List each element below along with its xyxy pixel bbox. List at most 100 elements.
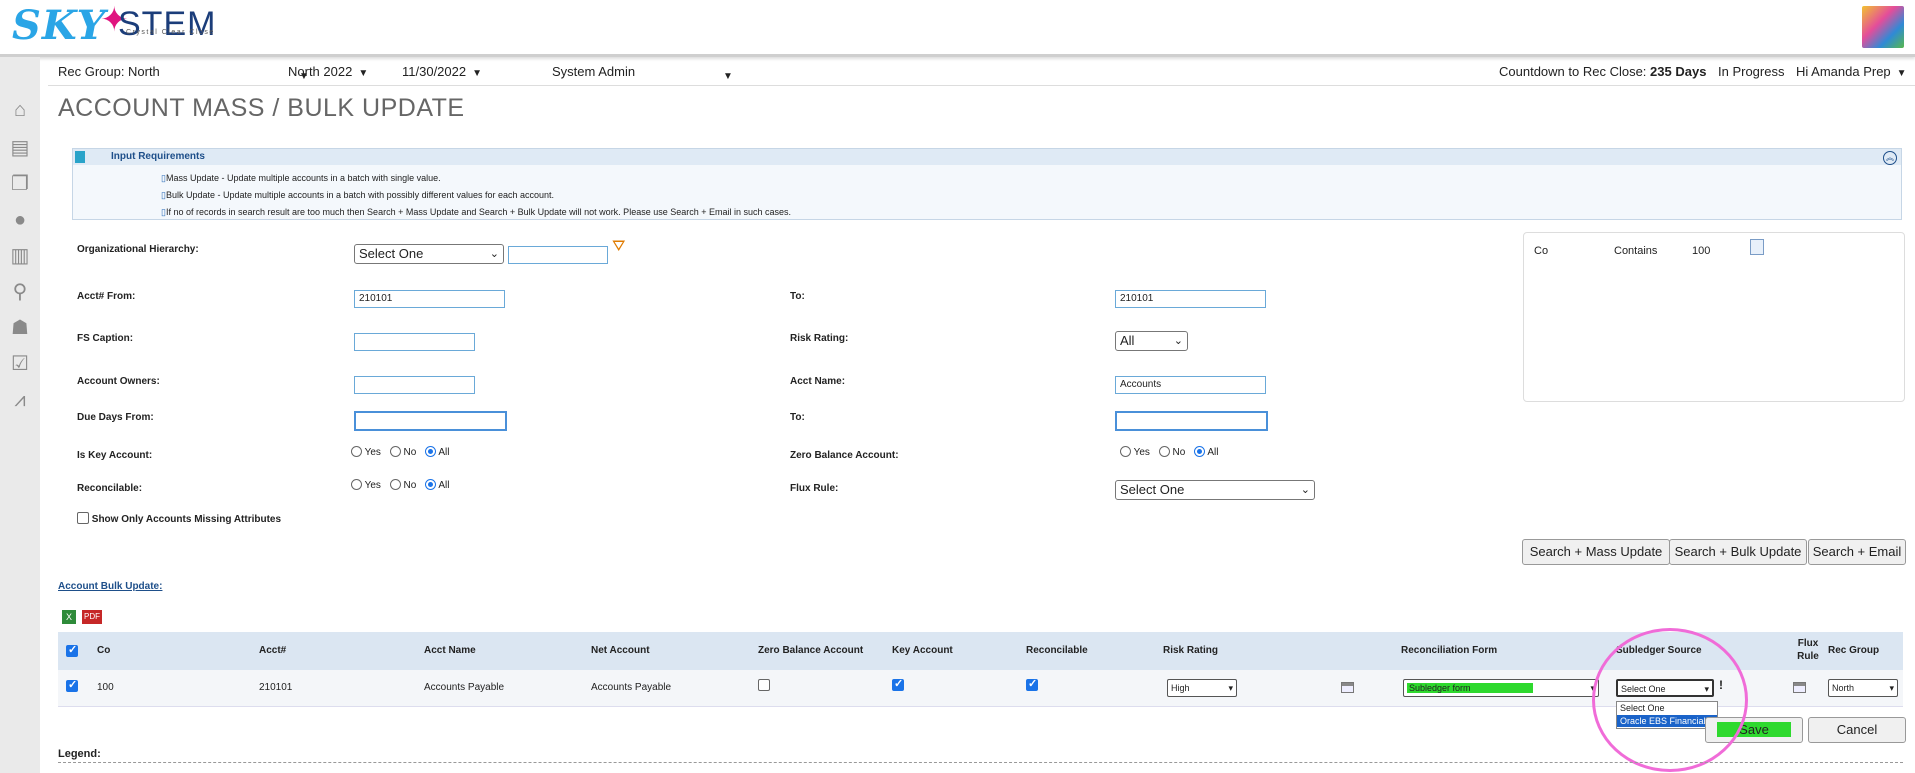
fs-caption-input[interactable] <box>354 333 475 351</box>
account-owners-label: Account Owners: <box>77 376 160 387</box>
radio-all[interactable] <box>1194 446 1206 457</box>
search-icon[interactable]: ⚲ <box>8 281 32 303</box>
radio-all[interactable] <box>425 479 437 490</box>
page-title: ACCOUNT MASS / BULK UPDATE <box>58 94 465 122</box>
org-hierarchy-input[interactable] <box>508 246 608 264</box>
reconcilable-radios: Yes No All <box>351 479 449 491</box>
risk-rating-row-select[interactable]: High ▾ <box>1167 679 1237 697</box>
user-icon[interactable]: ● <box>8 209 32 231</box>
rec-group-label: Rec Group: <box>58 64 125 79</box>
org-hierarchy-label: Organizational Hierarchy: <box>77 244 199 255</box>
date-select[interactable]: 11/30/2022 ▼ <box>402 64 482 79</box>
zero-balance-checkbox[interactable] <box>758 679 770 691</box>
legend-divider <box>58 762 1903 763</box>
column-header[interactable]: Reconcilable <box>1026 645 1088 656</box>
risk-rating-select[interactable]: All ⌄ <box>1115 331 1188 351</box>
dashboard-icon[interactable]: ▤ <box>8 137 32 159</box>
avatar[interactable] <box>1862 6 1904 48</box>
column-header[interactable]: Key Account <box>892 645 953 656</box>
due-days-to-input[interactable] <box>1115 411 1268 431</box>
missing-attributes-checkbox[interactable] <box>77 512 89 524</box>
reconciliation-form-select[interactable]: Subledger form ▾ <box>1403 679 1599 697</box>
column-header[interactable]: Acct# <box>259 645 286 656</box>
search-bulk-update-button[interactable]: Search + Bulk Update <box>1669 539 1807 565</box>
reconcilable-checkbox[interactable] <box>1026 677 1038 691</box>
radio-no[interactable] <box>389 446 401 457</box>
radio-yes[interactable] <box>1120 446 1131 457</box>
user-menu[interactable]: Hi Amanda Prep ▼ <box>1796 64 1907 79</box>
select-all-checkbox[interactable] <box>66 643 78 657</box>
collapse-icon[interactable]: ︽ <box>1883 151 1897 165</box>
column-header[interactable]: Reconciliation Form <box>1401 645 1497 656</box>
role-select[interactable]: System Admin ▼ <box>552 64 733 82</box>
search-mass-update-button[interactable]: Search + Mass Update <box>1522 539 1670 565</box>
search-email-button[interactable]: Search + Email <box>1808 539 1906 565</box>
rec-group-select[interactable]: North ▼ <box>128 64 309 82</box>
sidebar: ⌂ ▤ ❐ ● ▥ ⚲ ☗ ☑ ⩘ <box>0 57 40 773</box>
org-hierarchy-select[interactable]: Select One ⌄ <box>354 244 504 264</box>
documents-icon[interactable]: ❐ <box>8 173 32 195</box>
column-header[interactable]: Acct Name <box>424 645 476 656</box>
logo-tagline: Crystal Clear Close <box>126 29 215 36</box>
filter-operator: Contains <box>1614 245 1658 257</box>
chevron-down-icon: ▼ <box>723 71 733 82</box>
key-account-checkbox[interactable] <box>892 677 904 691</box>
due-days-label: Due Days From: <box>77 412 154 423</box>
requirements-header[interactable]: Input Requirements ︽ <box>73 149 1901 165</box>
acct-to-input[interactable]: 210101 <box>1115 290 1266 308</box>
checklist-icon[interactable]: ☑ <box>8 353 32 375</box>
account-bulk-update-link[interactable]: Account Bulk Update: <box>58 581 162 592</box>
cancel-button[interactable]: Cancel <box>1808 717 1906 743</box>
handshake-icon[interactable]: ☗ <box>8 317 32 339</box>
cell-acct-name: Accounts Payable <box>424 682 505 693</box>
due-days-to-label: To: <box>790 412 805 423</box>
chart-icon[interactable]: ⩘ <box>8 389 32 411</box>
library-icon[interactable]: ▥ <box>8 245 32 267</box>
column-header[interactable]: Net Account <box>591 645 650 656</box>
column-header[interactable]: Co <box>97 645 110 656</box>
radio-no[interactable] <box>1158 446 1170 457</box>
radio-no[interactable] <box>389 479 401 490</box>
cell-acct: 210101 <box>259 682 293 693</box>
column-header[interactable]: Rec Group <box>1828 645 1879 656</box>
calendar-icon[interactable] <box>1341 682 1354 693</box>
acct-name-input[interactable]: Accounts <box>1115 376 1266 394</box>
is-key-account-label: Is Key Account: <box>77 450 153 461</box>
reconcilable-label: Reconcilable: <box>77 483 143 494</box>
column-header[interactable]: Risk Rating <box>1163 645 1218 656</box>
account-owners-input[interactable] <box>354 376 475 394</box>
add-filter-icon[interactable]: ⛛ <box>612 238 625 256</box>
flux-rule-icon[interactable] <box>1793 682 1806 693</box>
acct-from-input[interactable]: 210101 <box>354 290 505 308</box>
chevron-down-icon: ⌄ <box>1173 335 1183 347</box>
row-checkbox[interactable] <box>66 678 78 692</box>
countdown-value: 235 Days <box>1650 64 1707 79</box>
requirement-line: ▯Bulk Update - Update multiple accounts … <box>161 190 555 200</box>
chevron-down-icon: ▼ <box>1896 68 1907 79</box>
radio-yes[interactable] <box>351 479 362 490</box>
status-text: In Progress <box>1718 64 1785 79</box>
column-header[interactable]: Zero Balance Account <box>758 645 863 656</box>
document-icon <box>75 151 85 163</box>
radio-all[interactable] <box>425 446 437 457</box>
due-days-from-input[interactable] <box>354 411 507 431</box>
rec-group-row-select[interactable]: North ▾ <box>1828 679 1898 697</box>
flux-rule-select[interactable]: Select One ⌄ <box>1115 480 1315 500</box>
home-icon[interactable]: ⌂ <box>8 99 32 121</box>
pdf-export-icon[interactable]: PDF <box>82 610 102 624</box>
logo-sky-text: SKY <box>12 2 107 49</box>
chevron-down-icon: ▾ <box>1889 683 1894 693</box>
zero-balance-label: Zero Balance Account: <box>790 450 899 461</box>
requirement-line: ▯Mass Update - Update multiple accounts … <box>161 173 441 183</box>
period-select[interactable]: North 2022 ▼ <box>288 64 368 79</box>
column-header[interactable]: Flux Rule <box>1788 637 1828 663</box>
flux-rule-label: Flux Rule: <box>790 483 839 494</box>
legend-label: Legend: <box>58 748 101 760</box>
radio-yes[interactable] <box>351 446 362 457</box>
excel-export-icon[interactable]: X <box>62 610 76 624</box>
acct-name-label: Acct Name: <box>790 376 846 387</box>
delete-filter-icon[interactable] <box>1750 239 1764 255</box>
chevron-down-icon: ▼ <box>472 68 483 79</box>
missing-attributes-label: Show Only Accounts Missing Attributes <box>91 514 282 525</box>
context-bar: Rec Group: North ▼ North 2022 ▼ 11/30/2022… <box>48 57 1915 86</box>
